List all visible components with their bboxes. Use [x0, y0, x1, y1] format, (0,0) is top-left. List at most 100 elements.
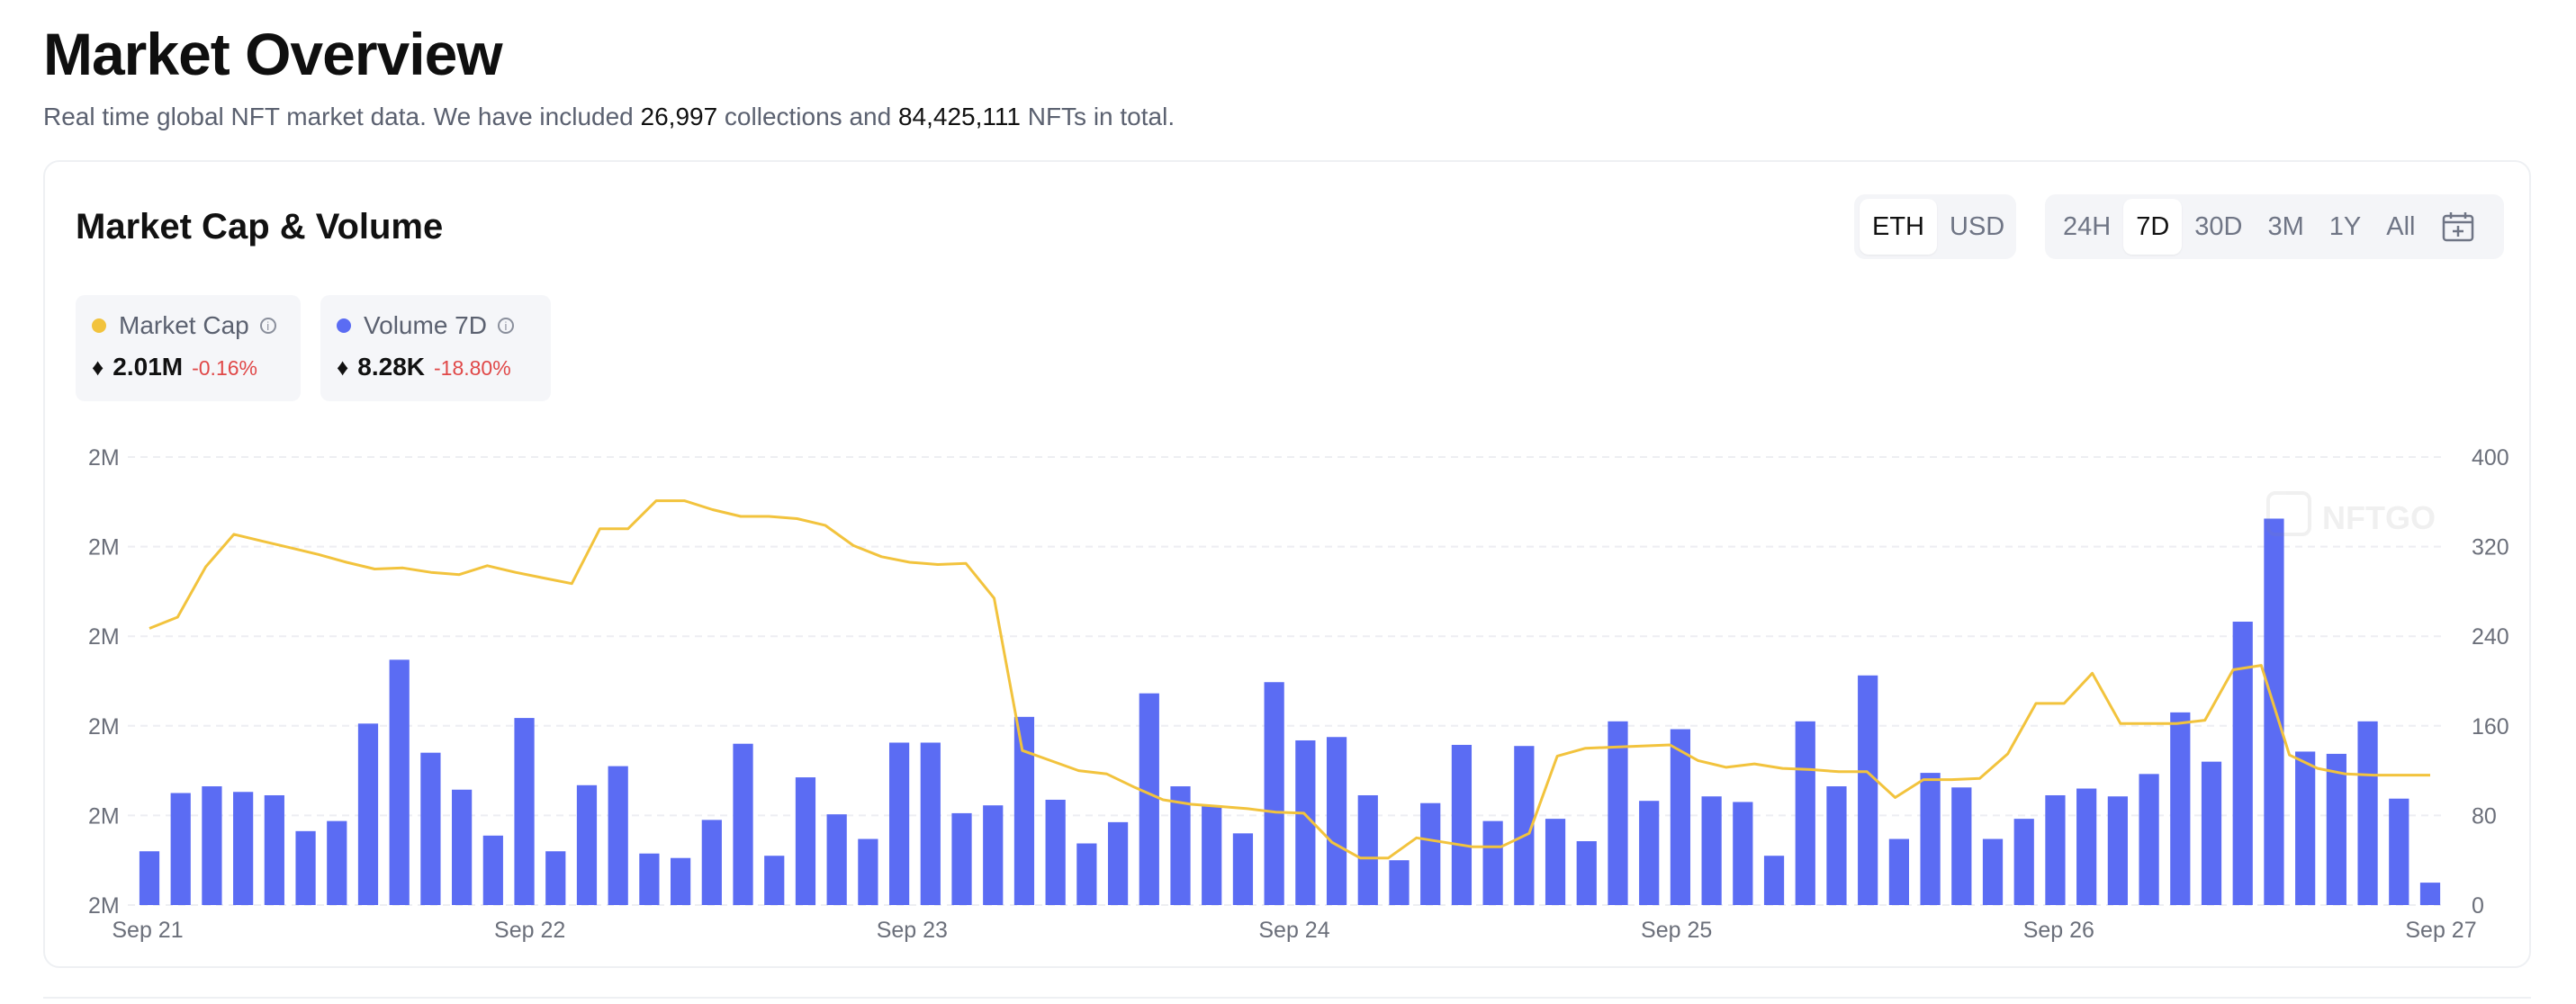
volume-bar[interactable]	[639, 853, 660, 905]
volume-bar[interactable]	[202, 786, 222, 905]
volume-bar[interactable]	[1608, 721, 1628, 905]
volume-bar[interactable]	[545, 851, 566, 905]
next-section-edge	[43, 997, 2531, 1004]
volume-bar[interactable]	[420, 752, 441, 905]
volume-bar[interactable]	[2264, 518, 2284, 905]
volume-bar[interactable]	[1107, 821, 1129, 905]
volume-bar[interactable]	[1701, 796, 1722, 905]
volume-bar[interactable]	[1045, 799, 1066, 905]
volume-bar[interactable]	[1982, 838, 2004, 905]
volume-bar[interactable]	[2295, 751, 2316, 905]
volume-bar[interactable]	[1795, 721, 1815, 905]
y-right-tick-label: 400	[2472, 445, 2509, 471]
volume-bar[interactable]	[920, 742, 941, 905]
x-tick-label: Sep 23	[877, 918, 948, 943]
volume-bar[interactable]	[608, 766, 628, 905]
volume-bar[interactable]	[983, 805, 1004, 905]
volume-bar[interactable]	[1139, 693, 1159, 905]
y-left-tick-label: 2M	[88, 445, 120, 471]
volume-bar[interactable]	[357, 723, 379, 905]
volume-bar[interactable]	[951, 812, 972, 905]
volume-bar[interactable]	[2389, 798, 2409, 905]
volume-bar[interactable]	[671, 857, 691, 905]
watermark-text: NFTGO	[2322, 499, 2436, 536]
volume-bar[interactable]	[482, 835, 503, 905]
subtitle-mid: collections and	[717, 103, 898, 130]
nftgo-watermark: NFTGO	[2266, 491, 2436, 536]
volume-bar[interactable]	[1576, 841, 1597, 905]
y-left-tick-label: 2M	[88, 714, 120, 740]
volume-bar[interactable]	[139, 851, 160, 905]
volume-bar[interactable]	[733, 743, 753, 905]
volume-bar[interactable]	[1451, 744, 1473, 905]
volume-bar[interactable]	[1232, 833, 1254, 905]
volume-bar[interactable]	[514, 718, 535, 905]
volume-bar[interactable]	[1858, 675, 1878, 905]
x-tick-label: Sep 22	[494, 918, 565, 943]
volume-bar[interactable]	[170, 793, 191, 906]
volume-bar[interactable]	[795, 777, 816, 905]
volume-bar[interactable]	[2357, 721, 2378, 905]
volume-bar[interactable]	[2419, 883, 2441, 905]
volume-bar[interactable]	[1389, 860, 1410, 905]
volume-bar[interactable]	[327, 820, 347, 905]
volume-bar[interactable]	[452, 789, 473, 905]
y-right-tick-label: 0	[2472, 893, 2484, 919]
volume-bar[interactable]	[1545, 819, 1566, 905]
volume-bar[interactable]	[2045, 794, 2066, 905]
x-tick-label: Sep 26	[2023, 918, 2094, 943]
nfts-count: 84,425,111	[897, 103, 1021, 130]
volume-bar[interactable]	[1264, 682, 1284, 905]
y-right-tick-label: 80	[2472, 803, 2497, 829]
volume-bar[interactable]	[295, 830, 316, 905]
y-right-tick-label: 160	[2472, 714, 2509, 740]
volume-bar[interactable]	[2232, 622, 2253, 905]
market-cap-volume-chart: 0801602403204002M2M2M2M2M2MSep 21 Sep 22 S…	[88, 445, 2509, 943]
volume-bar[interactable]	[1076, 843, 1097, 905]
volume-bar[interactable]	[826, 814, 847, 905]
volume-bar[interactable]	[888, 742, 910, 905]
y-right-tick-label: 240	[2472, 624, 2509, 650]
collections-count: 26,997	[640, 103, 718, 130]
volume-bar[interactable]	[1420, 802, 1441, 905]
subtitle-post: NFTs in total.	[1020, 103, 1175, 130]
volume-bar[interactable]	[264, 794, 284, 905]
volume-bar[interactable]	[764, 856, 785, 905]
volume-bar[interactable]	[233, 792, 254, 905]
y-left-tick-label: 2M	[88, 535, 120, 560]
volume-bar[interactable]	[1326, 737, 1347, 905]
volume-bar[interactable]	[389, 659, 410, 905]
y-left-tick-label: 2M	[88, 893, 120, 919]
volume-bar[interactable]	[1482, 820, 1503, 905]
y-right-tick-label: 320	[2472, 535, 2509, 560]
volume-bar[interactable]	[1013, 716, 1035, 905]
volume-bar[interactable]	[1202, 805, 1222, 905]
volume-bar[interactable]	[2139, 774, 2159, 905]
page-subtitle: Real time global NFT market data. We hav…	[43, 103, 1175, 131]
x-tick-label: Sep 25	[1641, 918, 1712, 943]
volume-bar[interactable]	[858, 838, 878, 905]
y-left-tick-label: 2M	[88, 803, 120, 829]
volume-bar[interactable]	[1763, 856, 1785, 905]
volume-bar[interactable]	[1920, 773, 1941, 905]
volume-bar[interactable]	[2107, 796, 2128, 905]
volume-bar[interactable]	[2326, 753, 2346, 905]
volume-bar[interactable]	[1357, 794, 1378, 905]
volume-bar[interactable]	[576, 784, 598, 905]
volume-bar[interactable]	[2170, 712, 2191, 905]
subtitle-pre: Real time global NFT market data. We hav…	[43, 103, 641, 130]
market-cap-volume-card: Market Cap & Volume ETH USD 24H 7D 30D 3…	[43, 160, 2531, 968]
volume-bar[interactable]	[2013, 819, 2034, 905]
volume-bar[interactable]	[1639, 801, 1660, 905]
volume-bar[interactable]	[1951, 787, 1972, 905]
volume-bar[interactable]	[1888, 838, 1909, 905]
x-tick-label: Sep 27	[2405, 918, 2476, 943]
x-tick-label: Sep 21	[112, 918, 183, 943]
x-tick-label: Sep 24	[1258, 918, 1329, 943]
volume-bar[interactable]	[1733, 802, 1753, 905]
volume-bar[interactable]	[2076, 788, 2097, 905]
volume-bar[interactable]	[1826, 786, 1847, 905]
volume-bar[interactable]	[2201, 761, 2222, 905]
volume-bar[interactable]	[701, 820, 722, 905]
page-title: Market Overview	[43, 21, 503, 87]
